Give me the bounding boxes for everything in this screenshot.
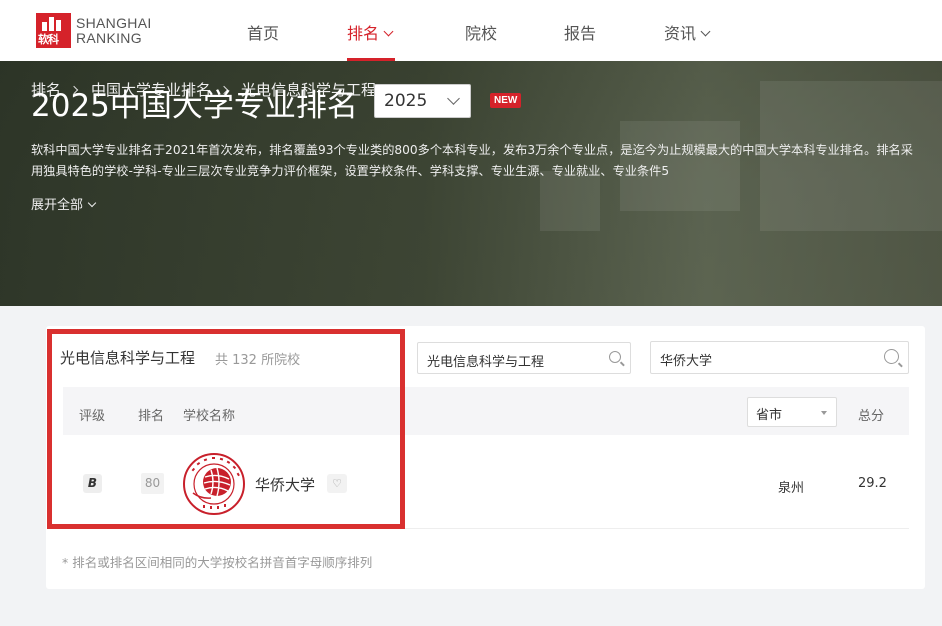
nav-home[interactable]: 首页 (247, 20, 279, 44)
new-badge: NEW (490, 93, 522, 108)
province-value: 泉州 (778, 481, 805, 496)
logo-mark-text: 软科 (38, 33, 59, 46)
chevron-down-icon (383, 26, 394, 37)
ranking-description: 软科中国大学专业排名于2021年首次发布，排名覆盖93个专业类的800多个本科专… (31, 143, 913, 178)
grade-badge: B (83, 474, 102, 493)
institution-count: 共 132 所院校 (215, 353, 301, 368)
row-divider (63, 528, 909, 529)
score-value: 29.2 (858, 476, 887, 491)
logo-line2: RANKING (76, 29, 142, 46)
top-header: 软科 SHANGHAI RANKING 首页 排名 院校 报告 资讯 (0, 0, 942, 61)
chevron-down-icon (700, 26, 711, 37)
page-title: 2025中国大学专业排名 (31, 88, 358, 124)
column-school: 学校名称 (183, 409, 236, 424)
subject-search-input[interactable]: 光电信息科学与工程 (417, 342, 631, 374)
column-grade: 评级 (79, 409, 106, 424)
rank-value: 80 (141, 473, 164, 494)
nav-institutions[interactable]: 院校 (465, 20, 497, 44)
province-filter-select[interactable]: 省市 (747, 397, 837, 427)
nav-ranking[interactable]: 排名 (347, 20, 394, 44)
favorite-heart-icon[interactable]: ♡ (327, 474, 347, 493)
school-search-input[interactable]: 华侨大学 (650, 341, 909, 374)
chevron-down-icon (447, 92, 460, 105)
subject-title: 光电信息科学与工程 (60, 349, 196, 367)
footnote: * 排名或排名区间相同的大学按校名拼音首字母顺序排列 (62, 555, 373, 570)
search-icon[interactable] (884, 349, 899, 364)
column-score[interactable]: 总分 (858, 405, 884, 424)
dropdown-arrow-icon (821, 411, 827, 415)
expand-all-button[interactable]: 展开全部 (31, 194, 97, 213)
logo-line1: SHANGHAI (76, 14, 152, 31)
site-logo[interactable]: 软科 SHANGHAI RANKING (36, 13, 152, 48)
school-name-link[interactable]: 华侨大学 (255, 474, 315, 495)
search-icon[interactable] (609, 351, 621, 363)
university-emblem-icon[interactable] (183, 453, 245, 515)
nav-news[interactable]: 资讯 (664, 20, 711, 44)
year-select[interactable]: 2025 (374, 84, 471, 118)
logo-mark-icon: 软科 (36, 13, 71, 48)
nav-reports[interactable]: 报告 (564, 20, 596, 44)
column-rank: 排名 (138, 409, 165, 424)
chevron-down-icon (87, 198, 97, 208)
